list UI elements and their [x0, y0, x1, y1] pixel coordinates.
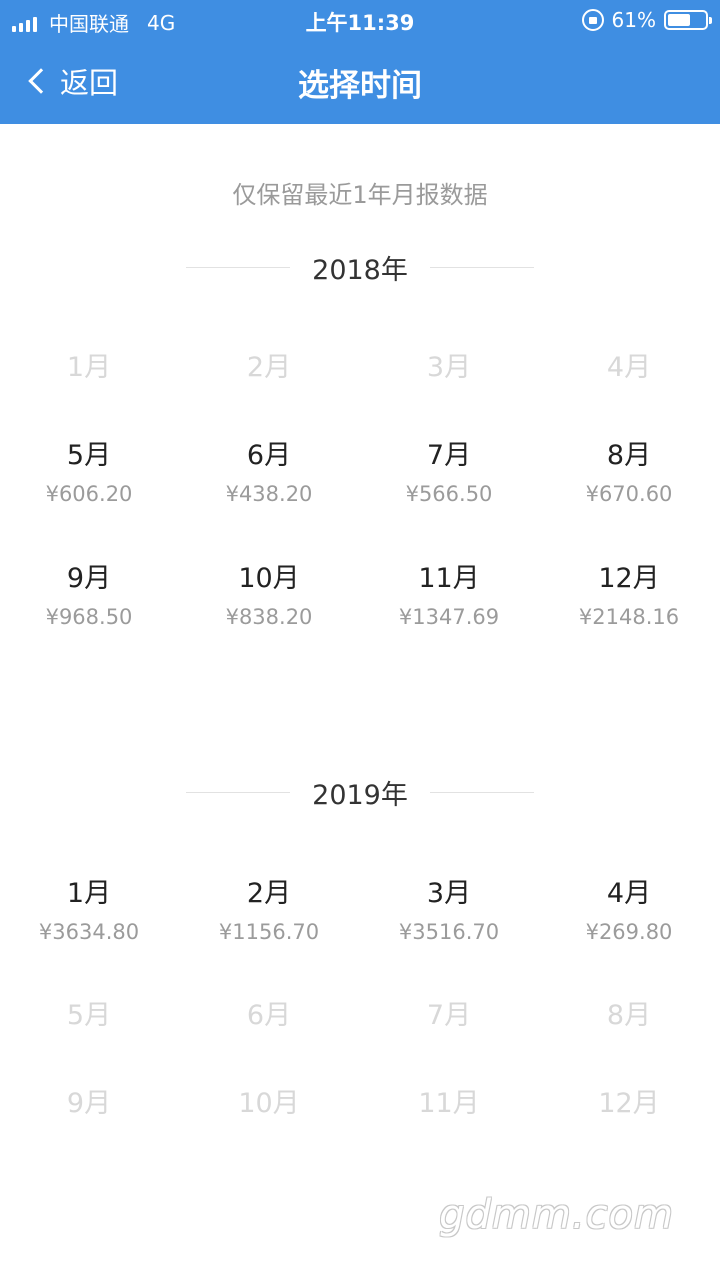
month-cell-9月: 9月: [0, 1088, 179, 1120]
month-label: 1月: [66, 878, 112, 909]
month-cell-5月: 5月: [0, 1000, 179, 1032]
month-label: 11月: [418, 563, 480, 594]
month-label: 8月: [606, 440, 652, 471]
month-cell-4月[interactable]: 4月 ¥269.80: [539, 878, 719, 944]
page-title: 选择时间: [298, 68, 422, 104]
battery-icon: [664, 10, 712, 30]
month-label: 8月: [606, 1000, 652, 1031]
month-amount: ¥566.50: [405, 482, 493, 506]
month-cell-8月[interactable]: 8月 ¥670.60: [539, 440, 719, 506]
rotation-lock-icon: [581, 9, 604, 31]
month-cell-3月[interactable]: 3月 ¥3516.70: [359, 878, 539, 944]
month-cell-9月[interactable]: 9月 ¥968.50: [0, 563, 179, 629]
month-label: 7月: [426, 1000, 472, 1031]
status-bar: 中国联通 4G 上午11:39 61%: [0, 0, 720, 40]
month-amount: ¥670.60: [585, 482, 673, 506]
month-label: 4月: [606, 878, 652, 909]
month-cell-1月: 1月: [0, 352, 179, 384]
month-cell-5月[interactable]: 5月 ¥606.20: [0, 440, 179, 506]
month-cell-11月[interactable]: 11月 ¥1347.69: [359, 563, 539, 629]
month-amount: ¥606.20: [45, 482, 133, 506]
month-label: 6月: [246, 1000, 292, 1031]
month-label: 12月: [598, 563, 660, 594]
month-amount: ¥438.20: [225, 482, 313, 506]
month-amount: ¥3634.80: [38, 920, 140, 944]
month-label: 2月: [246, 352, 292, 383]
month-label: 1月: [66, 352, 112, 383]
month-label: 10月: [238, 1088, 300, 1119]
year-heading: 2018年: [0, 248, 720, 287]
month-cell-2月: 2月: [179, 352, 359, 384]
month-cell-1月[interactable]: 1月 ¥3634.80: [0, 878, 179, 944]
month-cell-10月[interactable]: 10月 ¥838.20: [179, 563, 359, 629]
divider-line: [429, 792, 534, 793]
month-cell-4月: 4月: [539, 352, 719, 384]
battery-fill: [668, 14, 690, 26]
year-label: 2019年: [312, 780, 408, 811]
divider-line: [186, 792, 291, 793]
month-label: 12月: [598, 1088, 660, 1119]
divider-line: [186, 267, 291, 268]
battery-percent: 61%: [611, 8, 656, 32]
app-header: 中国联通 4G 上午11:39 61% 返回 选择时间: [0, 0, 720, 124]
month-label: 3月: [426, 352, 472, 383]
month-amount: ¥269.80: [585, 920, 673, 944]
divider-line: [429, 267, 534, 268]
month-cell-3月: 3月: [359, 352, 539, 384]
month-amount: ¥1156.70: [218, 920, 320, 944]
month-cell-2月[interactable]: 2月 ¥1156.70: [179, 878, 359, 944]
month-cell-11月: 11月: [359, 1088, 539, 1120]
month-cell-12月: 12月: [539, 1088, 719, 1120]
watermark: gdmm.com: [439, 1192, 674, 1238]
retention-note: 仅保留最近1年月报数据: [232, 181, 488, 209]
year-heading: 2019年: [0, 773, 720, 812]
month-label: 9月: [66, 1088, 112, 1119]
month-cell-8月: 8月: [539, 1000, 719, 1032]
month-amount: ¥1347.69: [398, 605, 500, 629]
month-label: 4月: [606, 352, 652, 383]
month-amount: ¥838.20: [225, 605, 313, 629]
month-label: 11月: [418, 1088, 480, 1119]
month-label: 3月: [426, 878, 472, 909]
month-cell-6月: 6月: [179, 1000, 359, 1032]
month-cell-12月[interactable]: 12月 ¥2148.16: [539, 563, 719, 629]
month-label: 7月: [426, 440, 472, 471]
month-label: 5月: [66, 1000, 112, 1031]
month-cell-7月[interactable]: 7月 ¥566.50: [359, 440, 539, 506]
month-label: 10月: [238, 563, 300, 594]
month-amount: ¥2148.16: [578, 605, 680, 629]
month-label: 2月: [246, 878, 292, 909]
month-label: 6月: [246, 440, 292, 471]
month-cell-6月[interactable]: 6月 ¥438.20: [179, 440, 359, 506]
month-cell-7月: 7月: [359, 1000, 539, 1032]
month-label: 5月: [66, 440, 112, 471]
status-right: 61%: [581, 8, 712, 32]
month-label: 9月: [66, 563, 112, 594]
month-cell-10月: 10月: [179, 1088, 359, 1120]
nav-bar: 返回 选择时间: [0, 40, 720, 124]
month-amount: ¥968.50: [45, 605, 133, 629]
month-amount: ¥3516.70: [398, 920, 500, 944]
year-label: 2018年: [312, 255, 408, 286]
